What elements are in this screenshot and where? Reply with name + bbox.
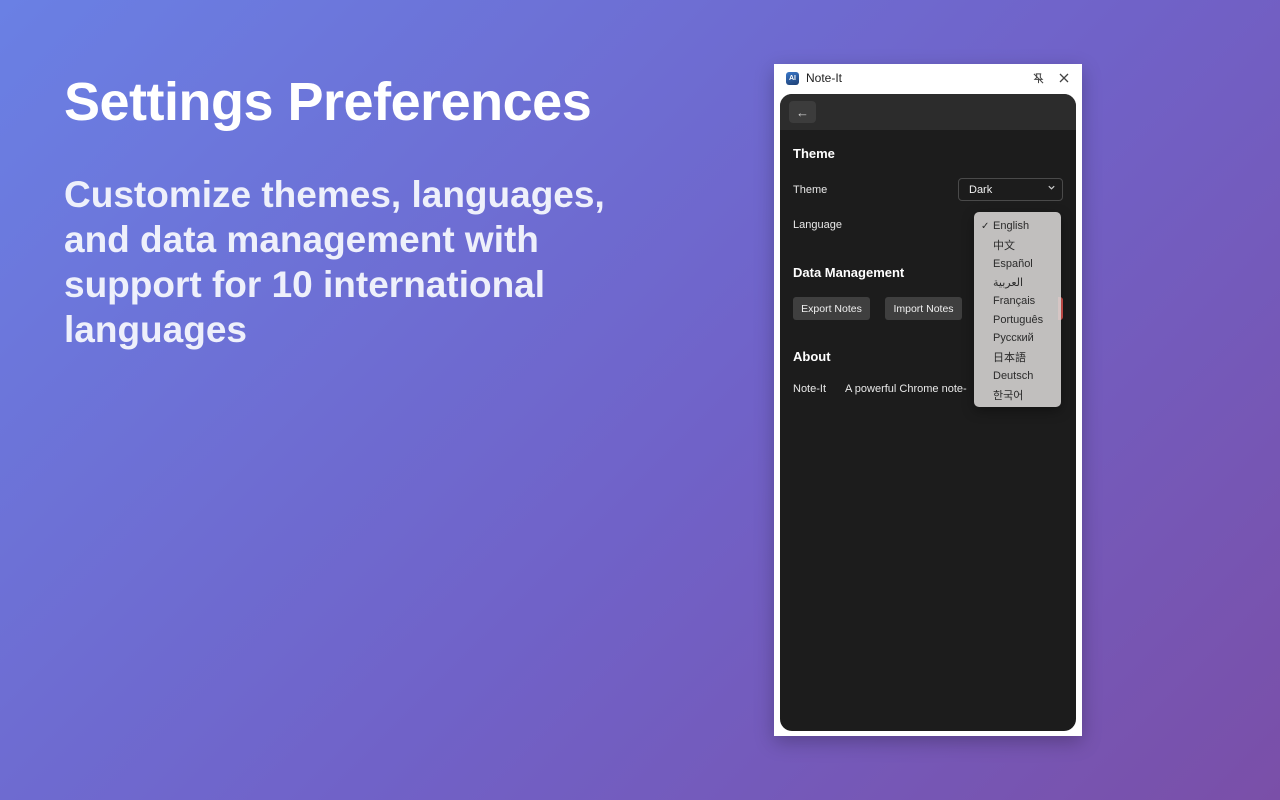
- language-option-japanese[interactable]: 日本語: [974, 348, 1061, 367]
- window-title: Note-It: [806, 71, 843, 85]
- language-option-chinese[interactable]: 中文: [974, 236, 1061, 255]
- chevron-down-icon: [1047, 183, 1056, 194]
- hero-subtitle: Customize themes, languages, and data ma…: [64, 174, 605, 350]
- import-notes-button[interactable]: Import Notes: [885, 297, 962, 320]
- about-app-name: Note-It: [793, 383, 827, 395]
- pin-icon[interactable]: [1028, 68, 1048, 88]
- language-dropdown: ✓ English 中文 Español العربية Français Por…: [974, 212, 1061, 407]
- about-section-title: About: [793, 349, 831, 364]
- export-notes-button[interactable]: Export Notes: [793, 297, 870, 320]
- language-option-spanish[interactable]: Español: [974, 254, 1061, 273]
- language-option-english[interactable]: ✓ English: [974, 217, 1061, 236]
- language-label: Language: [793, 219, 842, 231]
- settings-panel: ← Theme Theme Dark Language Data Managem…: [780, 94, 1076, 731]
- hero: Settings Preferences Customize themes, l…: [64, 70, 664, 352]
- theme-select[interactable]: Dark: [958, 178, 1063, 201]
- window-titlebar: AI Note-It: [774, 64, 1082, 92]
- theme-select-value: Dark: [969, 183, 993, 196]
- back-button[interactable]: ←: [789, 101, 816, 123]
- language-option-french[interactable]: Français: [974, 292, 1061, 311]
- data-section-title: Data Management: [793, 265, 905, 280]
- theme-label: Theme: [793, 184, 828, 196]
- check-icon: ✓: [981, 220, 990, 232]
- hero-title: Settings Preferences: [64, 72, 592, 132]
- language-option-korean[interactable]: 한국어: [974, 385, 1061, 404]
- language-option-german[interactable]: Deutsch: [974, 367, 1061, 386]
- about-description: A powerful Chrome note-: [845, 383, 967, 395]
- app-icon: AI: [786, 71, 799, 85]
- close-icon[interactable]: [1054, 68, 1074, 88]
- language-option-russian[interactable]: Русский: [974, 329, 1061, 348]
- language-option-arabic[interactable]: العربية: [974, 273, 1061, 292]
- settings-header: ←: [780, 94, 1076, 130]
- language-option-portuguese[interactable]: Português: [974, 310, 1061, 329]
- theme-section-title: Theme: [793, 146, 835, 161]
